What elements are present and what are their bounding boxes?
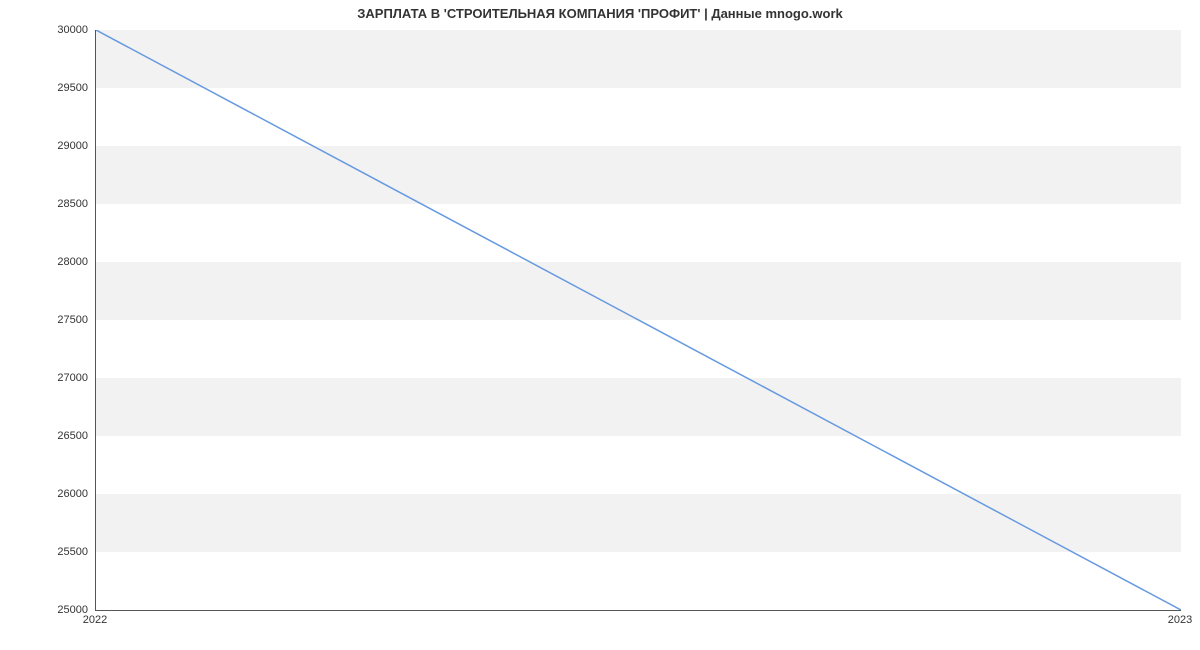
x-tick-label: 2023: [1168, 614, 1192, 626]
y-tick-label: 25000: [0, 604, 88, 616]
y-tick-label: 29000: [0, 140, 88, 152]
y-tick-label: 30000: [0, 24, 88, 36]
y-tick-label: 28500: [0, 198, 88, 210]
y-tick-label: 27000: [0, 372, 88, 384]
y-tick-label: 25500: [0, 546, 88, 558]
y-tick-label: 28000: [0, 256, 88, 268]
line-series: [96, 30, 1181, 610]
y-tick-label: 29500: [0, 82, 88, 94]
y-tick-label: 26000: [0, 488, 88, 500]
y-axis-labels: 25000 25500 26000 26500 27000 27500 2800…: [0, 30, 88, 610]
x-axis-labels: 2022 2023: [95, 614, 1180, 634]
plot-area: [95, 30, 1181, 611]
y-tick-label: 27500: [0, 314, 88, 326]
chart-title: ЗАРПЛАТА В 'СТРОИТЕЛЬНАЯ КОМПАНИЯ 'ПРОФИ…: [0, 6, 1200, 21]
y-tick-label: 26500: [0, 430, 88, 442]
x-tick-label: 2022: [83, 614, 107, 626]
